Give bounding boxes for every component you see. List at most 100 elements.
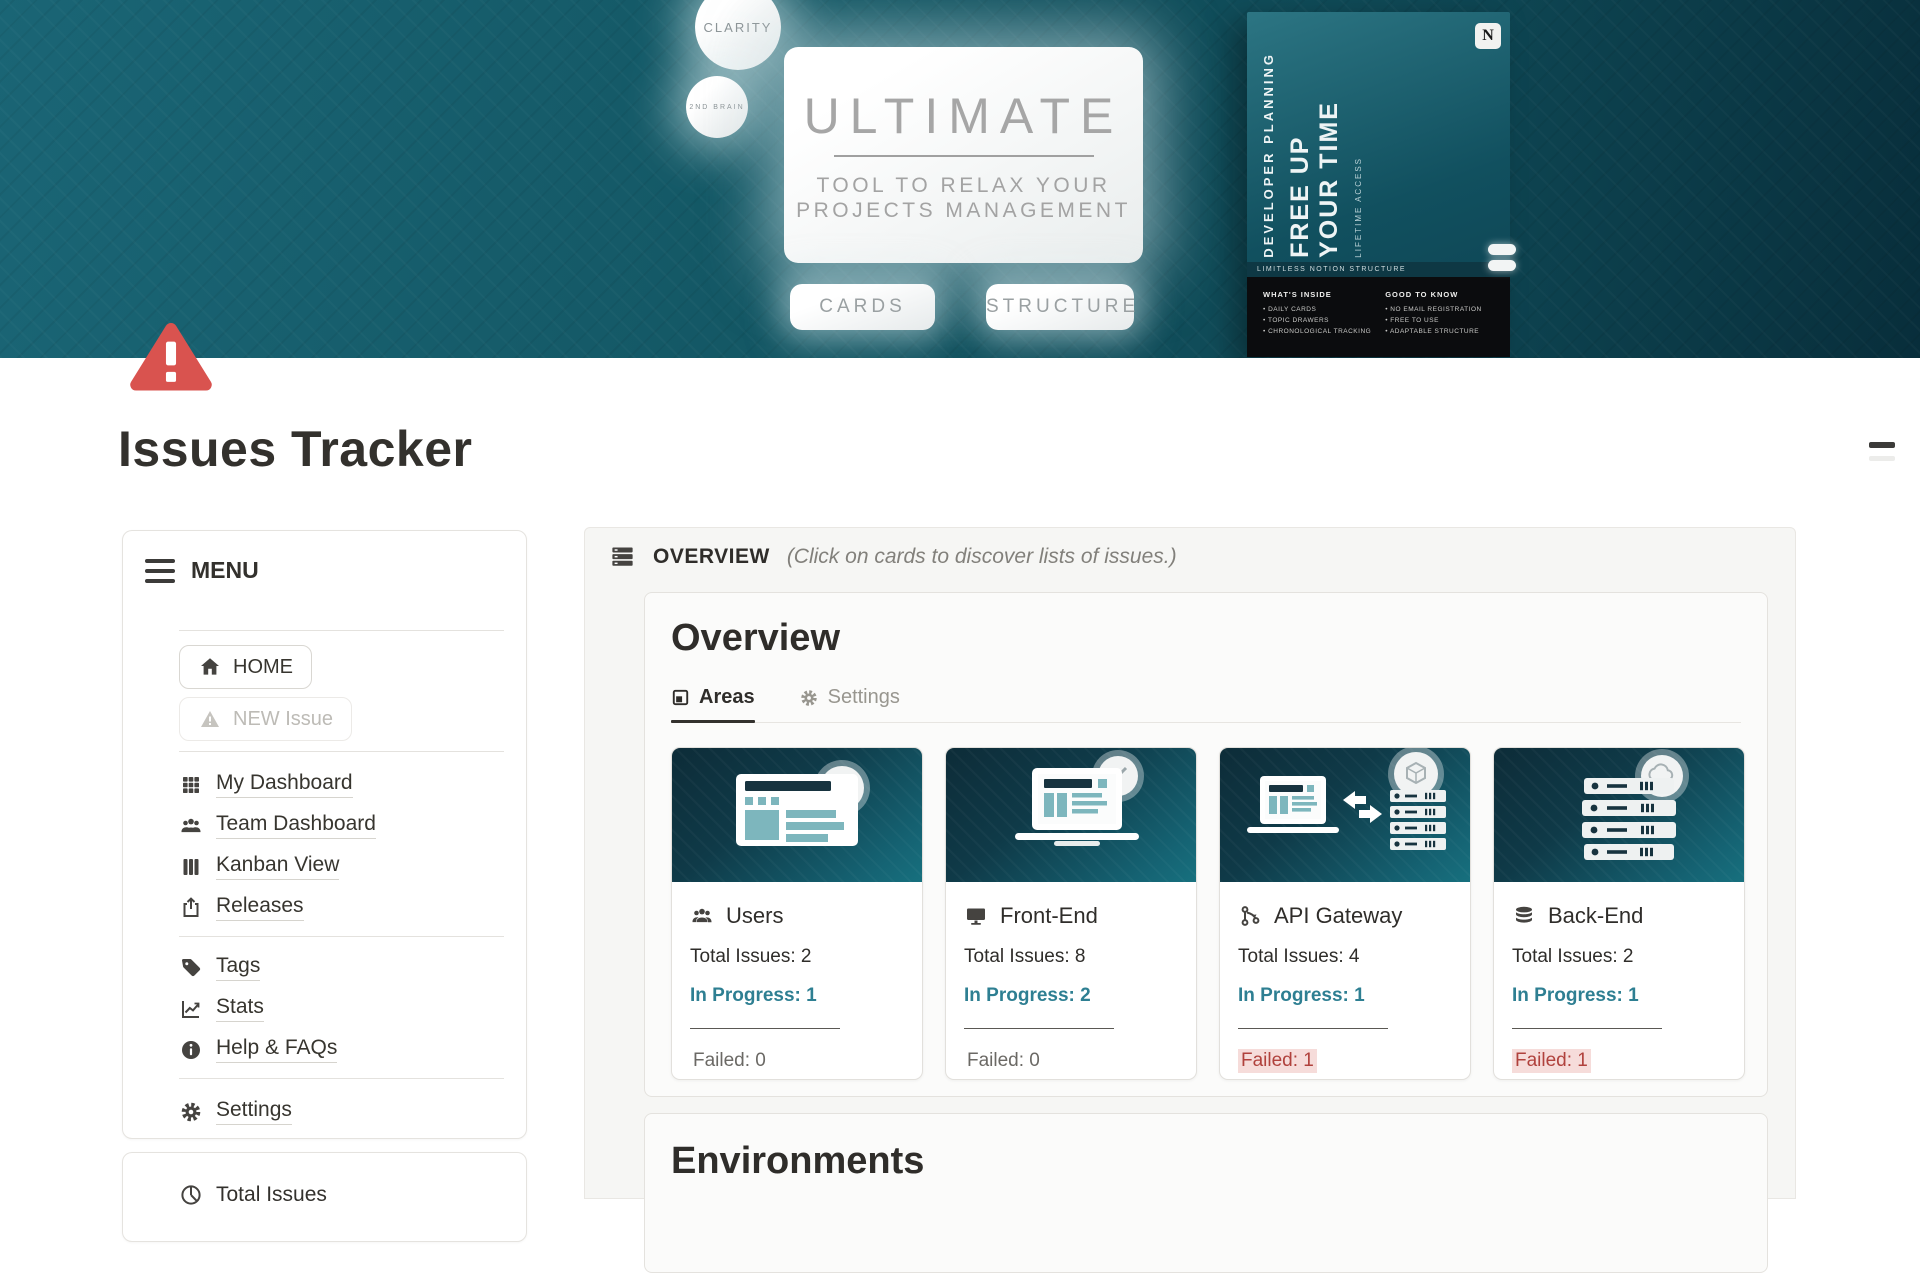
in-progress-stat: In Progress: 1 xyxy=(1512,985,1726,1007)
sidebar-item-help-faqs[interactable]: Help & FAQs xyxy=(179,1029,504,1070)
gear-icon xyxy=(799,688,819,708)
area-cards-grid: Users Total Issues: 2 In Progress: 1 Fai… xyxy=(671,747,1741,1080)
share-icon xyxy=(179,896,203,920)
laptop-illustration xyxy=(946,748,1197,882)
bubble-label: CLARITY xyxy=(704,20,773,35)
tag-icon xyxy=(179,956,203,980)
total-issues-card: Total Issues xyxy=(122,1152,527,1242)
sidebar-item-my-dashboard[interactable]: My Dashboard xyxy=(179,764,504,805)
overview-callout: OVERVIEW (Click on cards to discover lis… xyxy=(609,543,1795,570)
sidebar-item-stats[interactable]: Stats xyxy=(179,988,504,1029)
sidebar-item-kanban-view[interactable]: Kanban View xyxy=(179,846,504,887)
hero-title: ULTIMATE xyxy=(804,87,1124,145)
home-button[interactable]: HOME xyxy=(179,645,312,689)
divider xyxy=(179,630,504,631)
cards-button[interactable]: CARDS xyxy=(790,284,935,330)
total-issues-stat: Total Issues: 4 xyxy=(1238,946,1452,968)
failed-stat: Failed: 0 xyxy=(964,1049,1043,1073)
back-end-cover-image xyxy=(1494,748,1744,882)
sidebar-item-releases[interactable]: Releases xyxy=(179,887,504,928)
area-card-api-gateway[interactable]: API Gateway Total Issues: 4 In Progress:… xyxy=(1219,747,1471,1080)
grid-icon xyxy=(179,773,203,797)
in-progress-stat: In Progress: 2 xyxy=(964,985,1178,1007)
front-end-cover-image xyxy=(946,748,1196,882)
failed-stat: Failed: 0 xyxy=(690,1049,769,1073)
api-nodes-icon xyxy=(1238,904,1262,928)
people-icon xyxy=(690,904,714,928)
sidebar-item-tags[interactable]: Tags xyxy=(179,947,504,988)
database-icon xyxy=(1512,904,1536,928)
second-brain-bubble: 2ND BRAIN xyxy=(686,76,748,138)
box-side-label: DEVELOPER PLANNING xyxy=(1261,52,1276,258)
house-icon xyxy=(198,655,222,679)
overview-panel: OVERVIEW (Click on cards to discover lis… xyxy=(584,527,1796,1199)
box-pill xyxy=(1488,244,1516,255)
callout-note: (Click on cards to discover lists of iss… xyxy=(787,545,1177,569)
rows-icon xyxy=(609,543,636,570)
notion-logo: N xyxy=(1475,23,1501,49)
divider xyxy=(179,1078,504,1079)
collapse-icon[interactable] xyxy=(1869,438,1899,464)
hamburger-icon[interactable] xyxy=(145,559,175,583)
callout-title: OVERVIEW xyxy=(653,545,770,569)
stat-divider xyxy=(1512,1028,1662,1029)
box-side-subtitle: LIFETIME ACCESS xyxy=(1354,157,1363,258)
total-issues-stat: Total Issues: 2 xyxy=(1512,946,1726,968)
stat-divider xyxy=(1238,1028,1388,1029)
divider xyxy=(179,751,504,752)
area-card-front-end[interactable]: Front-End Total Issues: 8 In Progress: 2… xyxy=(945,747,1197,1080)
total-issues-stat: Total Issues: 2 xyxy=(690,946,904,968)
browser-illustration xyxy=(672,748,923,882)
clarity-bubble: CLARITY xyxy=(695,0,781,70)
hero-subtitle: TOOL TO RELAX YOUR PROJECTS MANAGEMENT xyxy=(796,173,1131,223)
cover-banner: CLARITY 2ND BRAIN ULTIMATE TOOL TO RELAX… xyxy=(0,0,1920,358)
sidebar-item-team-dashboard[interactable]: Team Dashboard xyxy=(179,805,504,846)
environments-heading: Environments xyxy=(671,1140,1741,1183)
gear-icon xyxy=(179,1100,203,1124)
warning-page-icon[interactable] xyxy=(127,320,215,392)
bubble-label: 2ND BRAIN xyxy=(689,104,744,111)
new-issue-button[interactable]: NEW Issue xyxy=(179,697,352,741)
monitor-icon xyxy=(964,904,988,928)
product-box: N DEVELOPER PLANNING FREE UP YOUR TIME L… xyxy=(1247,12,1510,357)
environments-card: Environments xyxy=(644,1113,1768,1273)
total-issues-stat: Total Issues: 8 xyxy=(964,946,1178,968)
hero-divider xyxy=(834,155,1094,157)
box-column-know: GOOD TO KNOW NO EMAIL REGISTRATION FREE … xyxy=(1385,289,1482,357)
stats-icon xyxy=(179,997,203,1021)
failed-stat: Failed: 1 xyxy=(1512,1049,1591,1073)
info-icon xyxy=(179,1038,203,1062)
menu-card: MENU HOME NEW Issue My Dashboard Team Da… xyxy=(122,530,527,1139)
box-side-title: FREE UP YOUR TIME xyxy=(1286,101,1344,258)
area-card-back-end[interactable]: Back-End Total Issues: 2 In Progress: 1 … xyxy=(1493,747,1745,1080)
menu-title: MENU xyxy=(191,557,259,584)
area-card-users[interactable]: Users Total Issues: 2 In Progress: 1 Fai… xyxy=(671,747,923,1080)
kanban-icon xyxy=(179,855,203,879)
tab-areas[interactable]: Areas xyxy=(671,686,755,722)
hero-card: ULTIMATE TOOL TO RELAX YOUR PROJECTS MAN… xyxy=(784,47,1143,263)
box-bottom-panel: WHAT'S INSIDE DAILY CARDS TOPIC DRAWERS … xyxy=(1247,277,1510,357)
warning-icon xyxy=(198,707,222,731)
page-title: Issues Tracker xyxy=(118,420,473,478)
in-progress-stat: In Progress: 1 xyxy=(1238,985,1452,1007)
gateway-illustration xyxy=(1220,748,1471,882)
box-strip-label: LIMITLESS NOTION STRUCTURE xyxy=(1247,262,1510,277)
tab-settings[interactable]: Settings xyxy=(799,686,900,722)
stat-divider xyxy=(964,1028,1114,1029)
overview-card: Overview Areas Settings xyxy=(644,592,1768,1097)
overview-heading: Overview xyxy=(671,617,1741,660)
users-cover-image xyxy=(672,748,922,882)
stat-divider xyxy=(690,1028,840,1029)
pie-chart-icon xyxy=(179,1183,203,1207)
total-issues-label: Total Issues xyxy=(216,1183,327,1207)
people-icon xyxy=(179,814,203,838)
sidebar-item-settings[interactable]: Settings xyxy=(179,1091,504,1132)
box-pill xyxy=(1488,260,1516,271)
in-progress-stat: In Progress: 1 xyxy=(690,985,904,1007)
servers-illustration xyxy=(1494,748,1745,882)
structure-button[interactable]: STRUCTURE xyxy=(986,284,1134,330)
failed-stat: Failed: 1 xyxy=(1238,1049,1317,1073)
api-gateway-cover-image xyxy=(1220,748,1470,882)
box-column-inside: WHAT'S INSIDE DAILY CARDS TOPIC DRAWERS … xyxy=(1263,289,1371,357)
overview-tabs: Areas Settings xyxy=(671,686,1741,723)
